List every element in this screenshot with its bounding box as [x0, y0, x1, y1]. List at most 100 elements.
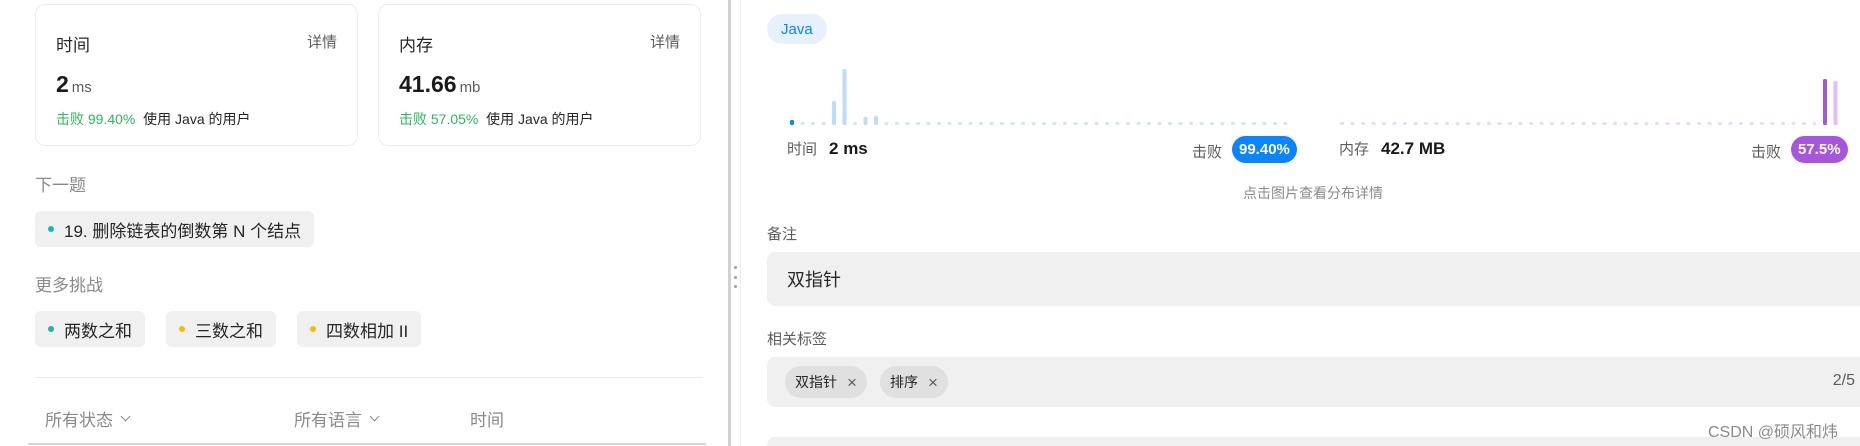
distribution-dot — [1283, 122, 1288, 125]
distribution-dot — [1094, 122, 1099, 125]
distribution-dot — [989, 122, 994, 125]
distribution-dot — [926, 122, 931, 125]
distribution-dot — [1073, 122, 1078, 125]
distribution-dot — [1455, 122, 1460, 125]
distribution-dot — [916, 122, 920, 125]
challenge-chip[interactable]: 四数相加 II — [297, 311, 422, 347]
table-border — [28, 443, 706, 445]
distribution-dot — [937, 122, 941, 125]
chart-hint: 点击图片查看分布详情 — [1243, 185, 1383, 201]
close-icon[interactable]: × — [847, 374, 857, 391]
time-detail-link[interactable]: 详情 — [307, 31, 337, 52]
note-input[interactable]: 双指针 — [767, 252, 1860, 306]
distribution-dot — [1550, 122, 1554, 125]
challenge-chip[interactable]: 三数之和 — [166, 311, 276, 347]
distribution-dot — [821, 122, 826, 125]
distribution-dot — [968, 122, 973, 125]
distribution-dot — [1812, 122, 1817, 125]
distribution-dot — [1241, 122, 1246, 125]
memory-beat-pill: 57.5% — [1791, 136, 1848, 163]
distribution-bar — [790, 120, 794, 125]
distribution-bar — [863, 117, 868, 125]
challenge-chip[interactable]: 两数之和 — [35, 311, 145, 347]
distribution-dot — [811, 122, 815, 125]
distribution-dot — [1424, 122, 1428, 125]
distribution-dot — [1592, 122, 1596, 125]
distribution-dot — [1466, 122, 1470, 125]
distribution-dot — [884, 122, 889, 125]
note-text: 双指针 — [787, 270, 841, 290]
next-field — [767, 437, 1860, 446]
memory-beat-label: 击败 — [1751, 144, 1782, 161]
time-unit: ms — [71, 79, 92, 96]
distribution-dot — [1350, 122, 1355, 125]
distribution-dot — [1231, 122, 1235, 125]
time-beat-text: 击败 99.40% 使用 Java 的用户 — [56, 111, 251, 127]
runtime-beat-label: 击败 — [1192, 144, 1223, 161]
distribution-dot — [1371, 122, 1376, 125]
distribution-dot — [1199, 122, 1204, 125]
challenge-title: 三数之和 — [195, 321, 263, 341]
distribution-dot — [1644, 122, 1649, 125]
distribution-dot — [1340, 122, 1344, 125]
distribution-dot — [1781, 122, 1785, 125]
distribution-dot — [1529, 122, 1533, 125]
distribution-dot — [958, 122, 962, 125]
distribution-dot — [1189, 122, 1193, 125]
distribution-dot — [1220, 122, 1225, 125]
memory-detail-link[interactable]: 详情 — [650, 31, 680, 52]
tag-chip: 双指针 × — [785, 366, 867, 398]
distribution-dot — [1147, 122, 1151, 125]
language-filter-dropdown[interactable]: 所有语言 — [294, 406, 380, 431]
language-badge: Java — [767, 14, 827, 44]
panel-splitter[interactable] — [728, 0, 731, 446]
distribution-dot — [1665, 122, 1670, 125]
distribution-dot — [1413, 122, 1418, 125]
distribution-dot — [1273, 122, 1277, 125]
tags-label: 相关标签 — [767, 331, 828, 348]
tag-label: 双指针 — [795, 374, 837, 390]
challenge-title: 两数之和 — [64, 321, 132, 341]
next-question-chip[interactable]: 19. 删除链表的倒数第 N 个结点 — [35, 211, 315, 247]
runtime-distribution-chart[interactable] — [790, 60, 1300, 128]
status-filter-dropdown[interactable]: 所有状态 — [45, 406, 131, 431]
drag-handle-icon[interactable] — [734, 266, 738, 288]
distribution-dot — [1571, 122, 1575, 125]
distribution-dot — [1707, 122, 1712, 125]
runtime-stat-value: 2 ms — [829, 138, 868, 158]
close-icon[interactable]: × — [928, 374, 938, 391]
distribution-dot — [1676, 122, 1680, 125]
distribution-dot — [1210, 122, 1214, 125]
memory-unit: mb — [459, 79, 481, 96]
watermark: CSDN @硕风和炜 — [1708, 424, 1839, 441]
runtime-bars — [790, 69, 1288, 125]
distribution-dot — [1052, 122, 1057, 125]
distribution-bar — [1833, 81, 1838, 125]
distribution-dot — [1031, 122, 1036, 125]
tags-input[interactable]: 双指针 × 排序 × 2/5 — [767, 357, 1860, 407]
distribution-dot — [1487, 122, 1491, 125]
distribution-dot — [1445, 122, 1449, 125]
memory-distribution-chart[interactable] — [1340, 60, 1850, 128]
distribution-bar — [832, 101, 836, 125]
distribution-bar — [874, 116, 878, 125]
distribution-dot — [1655, 122, 1659, 125]
runtime-stat: 时间 2 ms — [787, 138, 868, 159]
time-value: 2 ms — [56, 71, 92, 97]
distribution-dot — [1634, 122, 1638, 125]
time-column-header[interactable]: 时间 — [470, 406, 504, 431]
distribution-dot — [1623, 122, 1628, 125]
distribution-dot — [1791, 122, 1796, 125]
memory-summary-card: 内存 详情 41.66 mb 击败 57.05% 使用 Java 的用户 — [378, 4, 701, 146]
memory-bars — [1340, 79, 1838, 125]
distribution-dot — [1010, 122, 1015, 125]
distribution-dot — [1739, 122, 1743, 125]
difficulty-dot — [179, 326, 185, 332]
chevron-down-icon — [369, 411, 380, 421]
distribution-dot — [947, 122, 952, 125]
distribution-dot — [1728, 122, 1733, 125]
distribution-dot — [1539, 122, 1544, 125]
tag-label: 排序 — [890, 374, 918, 390]
distribution-dot — [853, 122, 857, 125]
distribution-dot — [1518, 122, 1523, 125]
